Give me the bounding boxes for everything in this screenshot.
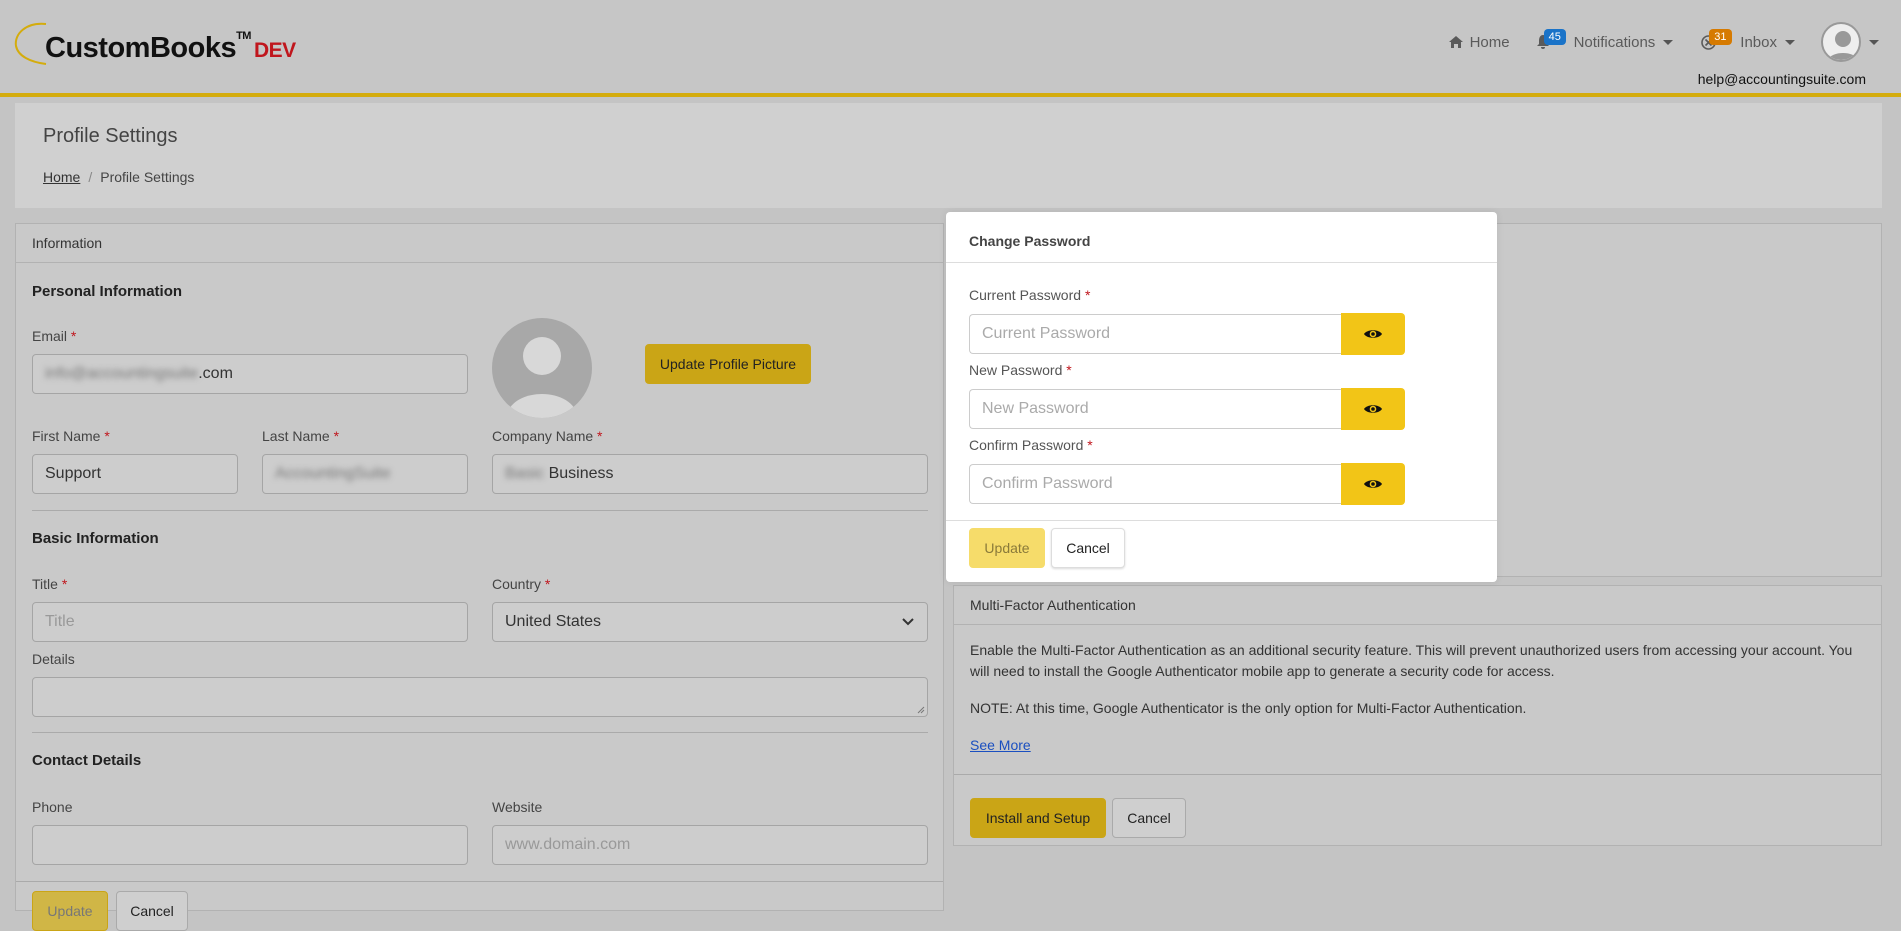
mfa-description: Enable the Multi-Factor Authentication a… [970,642,1853,679]
mfa-card-header: Multi-Factor Authentication [954,586,1881,625]
company-name-visible-part: Business [548,465,614,482]
divider [32,732,928,733]
nav-inbox[interactable]: 31 Inbox [1701,28,1795,51]
basic-information-title: Basic Information [32,530,159,547]
new-password-field[interactable]: New Password [969,389,1341,429]
inbox-badge: 31 [1709,28,1732,45]
mfa-cancel-button[interactable]: Cancel [1112,798,1186,838]
help-email[interactable]: help@accountingsuite.com [1698,71,1866,87]
change-password-header: Change Password [946,212,1497,263]
last-name-field[interactable]: AccountingSuite [262,454,468,494]
info-update-button[interactable]: Update [32,891,108,931]
confirm-password-label: Confirm Password * [969,437,1093,453]
toggle-current-password-button[interactable] [1341,313,1405,355]
breadcrumb: Home / Profile Settings [43,169,194,185]
website-field[interactable]: www.domain.com [492,825,928,865]
country-select[interactable]: United States [492,602,928,642]
chevron-down-icon [902,618,914,626]
install-and-setup-button[interactable]: Install and Setup [970,798,1106,838]
title-field[interactable]: Title [32,602,468,642]
notifications-badge: 45 [1543,28,1566,45]
nav-home-link[interactable]: Home [1448,34,1510,51]
nav-notifications[interactable]: 45 Notifications [1536,28,1674,51]
current-password-label: Current Password * [969,287,1091,303]
update-profile-picture-button[interactable]: Update Profile Picture [645,344,811,384]
see-more-link[interactable]: See More [970,737,1031,753]
information-card-header: Information [16,224,943,263]
personal-information-title: Personal Information [32,283,183,300]
company-name-label: Company Name * [492,428,603,444]
avatar [1821,22,1861,62]
nav-notifications-label: Notifications [1573,33,1656,51]
password-update-button[interactable]: Update [969,528,1045,568]
top-header: CustomBooksTMDEV Home 45 Notifications 3… [0,0,1901,97]
divider [32,510,928,511]
last-name-hidden-value: AccountingSuite [275,465,391,482]
top-nav: Home 45 Notifications 31 Inbox [1448,22,1879,62]
page-title: Profile Settings [43,125,178,147]
title-label: Title * [32,576,68,592]
email-field[interactable]: info@accountingsuite .com [32,354,468,394]
first-name-field[interactable]: Support [32,454,238,494]
mfa-card: Multi-Factor Authentication Enable the M… [953,585,1882,846]
information-card: Information Personal Information Email *… [15,223,944,931]
eye-icon [1364,405,1382,413]
user-menu[interactable] [1821,22,1879,62]
company-name-field[interactable]: Basic Business [492,454,928,494]
first-name-label: First Name * [32,428,110,444]
current-password-field[interactable]: Current Password [969,314,1341,354]
profile-avatar [492,318,592,418]
phone-label: Phone [32,799,73,815]
email-field-hidden-part: info@accountingsuite [45,365,199,382]
website-label: Website [492,799,543,815]
info-cancel-button[interactable]: Cancel [116,891,188,931]
nav-home-label: Home [1469,33,1510,51]
email-label: Email * [32,328,77,344]
change-password-modal: Change Password Current Password * Curre… [946,212,1497,582]
breadcrumb-current: Profile Settings [100,169,195,185]
last-name-label: Last Name * [262,428,340,444]
home-icon [1448,36,1463,48]
page-header: Profile Settings Home / Profile Settings [15,103,1882,208]
breadcrumb-separator: / [88,169,93,185]
chevron-down-icon [1785,39,1795,45]
eye-icon [1364,330,1382,338]
user-silhouette-icon [506,337,578,418]
nav-inbox-label: Inbox [1740,33,1777,51]
mfa-note: NOTE: At this time, Google Authenticator… [970,700,1527,716]
divider [16,881,943,882]
divider [946,520,1497,521]
country-select-value: United States [505,613,602,630]
toggle-new-password-button[interactable] [1341,388,1405,430]
email-field-visible-part: .com [198,365,233,382]
phone-field[interactable] [32,825,468,865]
breadcrumb-home-link[interactable]: Home [43,169,80,185]
resize-handle-icon [917,706,925,714]
password-cancel-button[interactable]: Cancel [1051,528,1125,568]
toggle-confirm-password-button[interactable] [1341,463,1405,505]
chevron-down-icon [1869,39,1879,45]
company-name-hidden-part: Basic [505,465,545,482]
contact-details-title: Contact Details [32,752,142,769]
user-silhouette-icon [1827,31,1859,60]
details-label: Details [32,651,75,667]
details-textarea[interactable] [32,677,928,717]
eye-icon [1364,480,1382,488]
confirm-password-field[interactable]: Confirm Password [969,464,1341,504]
country-label: Country * [492,576,551,592]
chevron-down-icon [1663,39,1674,45]
divider [954,774,1881,775]
new-password-label: New Password * [969,362,1072,378]
logo-text: CustomBooksTMDEV [45,30,296,64]
